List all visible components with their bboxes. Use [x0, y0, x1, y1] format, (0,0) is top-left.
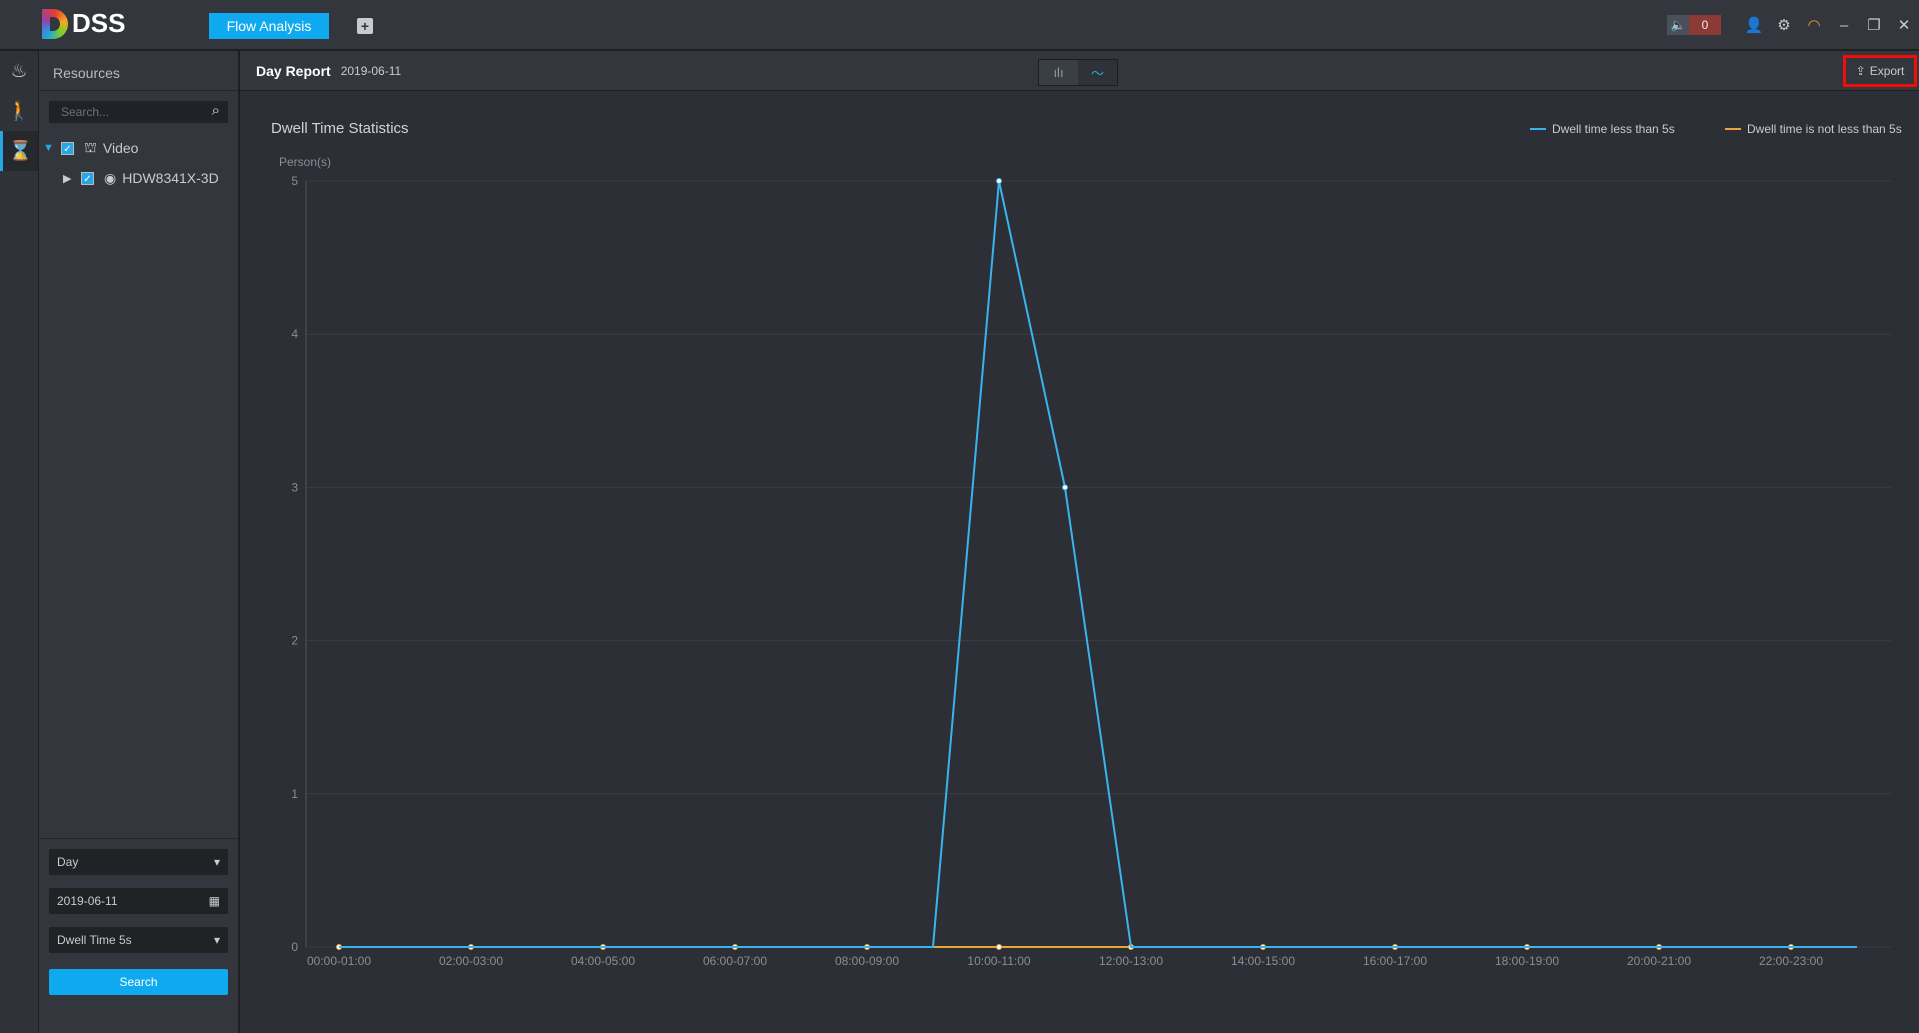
data-point [996, 178, 1002, 184]
tab-flow-analysis[interactable]: Flow Analysis [209, 13, 329, 39]
resources-panel: Resources Search... ⌕ ▼ ✓ ⛫ Video ▶ ✓ ◉ HDW8341… [39, 51, 240, 1033]
restore-icon[interactable]: ❐ [1859, 16, 1889, 34]
legend-label: Dwell time less than 5s [1552, 122, 1675, 136]
dwell-report-icon[interactable]: ⌛ [0, 131, 38, 171]
legend-label: Dwell time is not less than 5s [1747, 122, 1902, 136]
alarm-count-badge[interactable]: 0 [1689, 15, 1721, 35]
x-tick-label: 16:00-17:00 [1363, 954, 1427, 968]
x-tick-label: 22:00-23:00 [1759, 954, 1823, 968]
speaker-icon[interactable]: 🔈 [1667, 15, 1689, 35]
line-chart-icon[interactable]: 〜 [1078, 60, 1117, 85]
export-icon: ⇪ [1855, 64, 1866, 78]
export-label: Export [1869, 64, 1905, 78]
y-tick-label: 1 [291, 787, 298, 801]
report-title: Day Report [256, 62, 331, 79]
pedestrian-icon[interactable]: 🚶 [0, 91, 38, 131]
report-date: 2019-06-11 [340, 63, 402, 78]
chevron-down-icon: ▾ [213, 933, 220, 947]
data-point [996, 944, 1002, 950]
y-axis-label: Person(s) [279, 155, 331, 169]
chart-title: Dwell Time Statistics [271, 120, 409, 137]
date-field[interactable]: 2019-06-11 ▦ [49, 888, 228, 914]
gauge-icon[interactable]: ◠ [1799, 16, 1829, 34]
chevron-down-icon: ▾ [213, 855, 220, 869]
user-icon[interactable]: 👤 [1739, 16, 1769, 34]
data-point [1062, 484, 1068, 491]
minimize-icon[interactable]: – [1829, 17, 1859, 34]
top-bar: DSS Flow Analysis + 🔈 0 👤 ⚙ ◠ – ❐ ✕ [0, 0, 1919, 51]
logo-mark-icon [42, 8, 68, 39]
org-icon: ⛫ [84, 138, 97, 155]
close-icon[interactable]: ✕ [1889, 16, 1919, 34]
y-tick-label: 3 [291, 480, 298, 494]
dwell-chart: Dwell Time Statistics Person(s) 0 1 2 3 4 5 00:0… [271, 120, 1902, 968]
report-header: Day Report 2019-06-11 ılı 〜 ⇪ Export [240, 51, 1919, 91]
search-button[interactable]: Search [49, 969, 228, 995]
series-line [339, 180, 1857, 948]
x-tick-label: 18:00-19:00 [1495, 954, 1559, 968]
tree-node-camera[interactable]: ▶ ✓ ◉ HDW8341X-3D [39, 163, 238, 193]
dwell-time-select[interactable]: Dwell Time 5s ▾ [49, 927, 228, 953]
y-tick-label: 5 [291, 174, 298, 188]
period-value: Day [57, 855, 79, 869]
tree-label: HDW8341X-3D [122, 170, 219, 186]
report-area: Day Report 2019-06-11 ılı 〜 ⇪ Export Dwell… [240, 51, 1919, 1033]
x-tick-label: 04:00-05:00 [571, 954, 635, 968]
x-tick-label: 10:00-11:00 [967, 954, 1030, 968]
x-tick-label: 14:00-15:00 [1231, 954, 1295, 968]
y-tick-label: 4 [291, 327, 298, 341]
logo-text: DSS [72, 8, 126, 38]
plus-icon[interactable]: + [357, 18, 373, 34]
x-tick-label: 12:00-13:00 [1099, 954, 1163, 968]
camera-icon: ◉ [104, 169, 117, 186]
checkbox[interactable]: ✓ [81, 171, 94, 185]
dss-logo: DSS [42, 8, 125, 39]
search-input[interactable]: Search... ⌕ [49, 101, 228, 123]
expand-right-icon[interactable]: ▶ [63, 172, 73, 185]
tree-node-video[interactable]: ▼ ✓ ⛫ Video [39, 133, 238, 163]
x-tick-label: 00:00-01:00 [307, 954, 371, 968]
y-tick-label: 0 [291, 940, 298, 954]
gear-icon[interactable]: ⚙ [1769, 16, 1799, 34]
date-value: 2019-06-11 [57, 894, 118, 908]
y-tick-label: 2 [291, 634, 298, 648]
x-tick-label: 02:00-03:00 [439, 954, 503, 968]
chart-type-toggle: ılı 〜 [1038, 59, 1118, 86]
x-tick-label: 06:00-07:00 [703, 954, 767, 968]
checkbox[interactable]: ✓ [61, 141, 74, 155]
bar-chart-icon[interactable]: ılı [1039, 60, 1078, 85]
tree-label: Video [102, 140, 139, 156]
search-placeholder: Search... [61, 105, 110, 119]
export-button[interactable]: ⇪ Export [1843, 55, 1917, 87]
search-icon[interactable]: ⌕ [212, 102, 220, 119]
dwell-value: Dwell Time 5s [57, 933, 132, 947]
expand-down-icon[interactable]: ▼ [43, 142, 54, 154]
resources-title: Resources [39, 51, 238, 91]
module-rail: ♨ 🚶 ⌛ [0, 51, 39, 1033]
heatmap-icon[interactable]: ♨ [0, 51, 38, 91]
period-select[interactable]: Day ▾ [49, 849, 228, 875]
x-tick-label: 20:00-21:00 [1627, 954, 1691, 968]
x-tick-label: 08:00-09:00 [835, 954, 899, 968]
calendar-icon[interactable]: ▦ [209, 894, 220, 908]
